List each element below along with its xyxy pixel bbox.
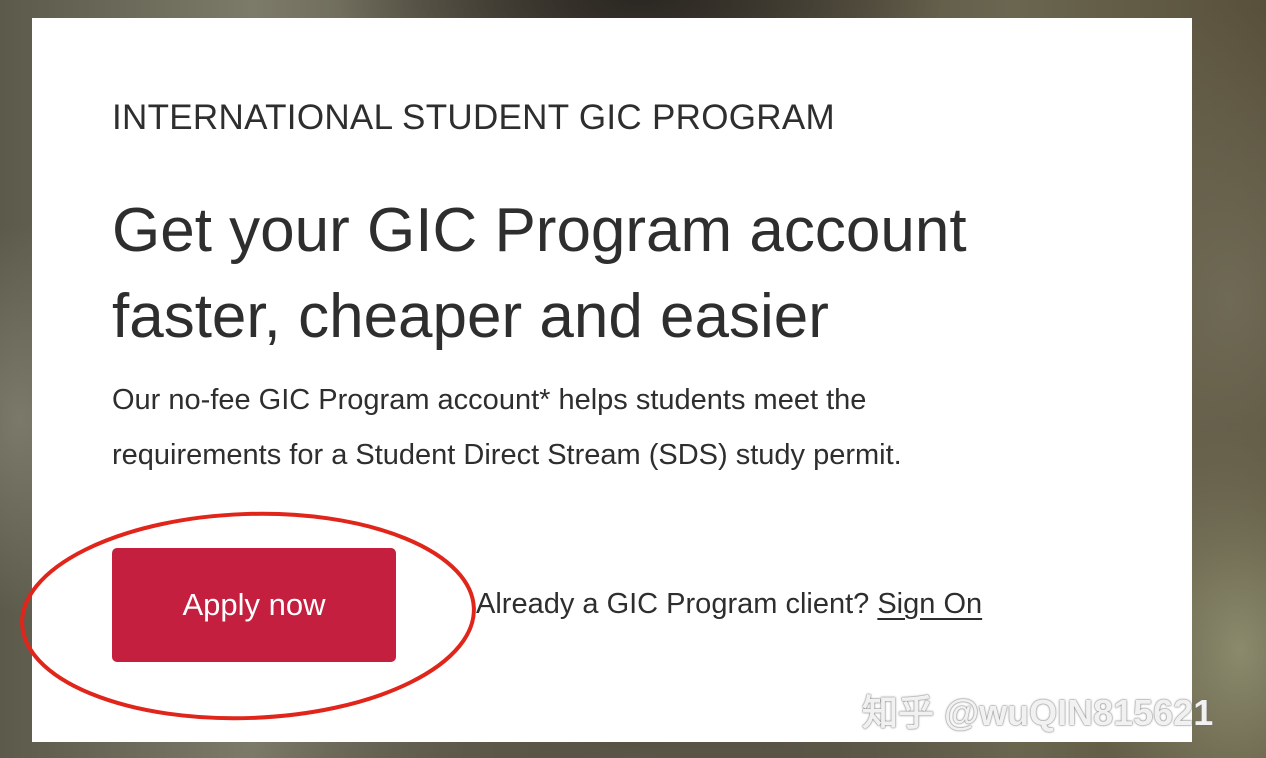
apply-now-button[interactable]: Apply now xyxy=(112,548,396,662)
zhihu-watermark: 知乎 @wuQIN815621 xyxy=(862,692,1214,733)
signon-prompt: Already a GIC Program client? xyxy=(476,588,870,620)
description-line-1: Our no-fee GIC Program account* helps st… xyxy=(112,384,867,416)
hero-card: INTERNATIONAL STUDENT GIC PROGRAM Get yo… xyxy=(32,18,1192,742)
signon-row: Already a GIC Program client? Sign On xyxy=(476,588,982,621)
sign-on-link[interactable]: Sign On xyxy=(877,588,982,620)
page-headline: Get your GIC Program account faster, che… xyxy=(112,188,1072,360)
headline-line-1: Get your GIC Program account xyxy=(112,196,967,265)
program-eyebrow: INTERNATIONAL STUDENT GIC PROGRAM xyxy=(112,98,835,137)
program-description: Our no-fee GIC Program account* helps st… xyxy=(112,373,1112,483)
headline-line-2: faster, cheaper and easier xyxy=(112,282,829,351)
description-line-2: requirements for a Student Direct Stream… xyxy=(112,439,902,471)
